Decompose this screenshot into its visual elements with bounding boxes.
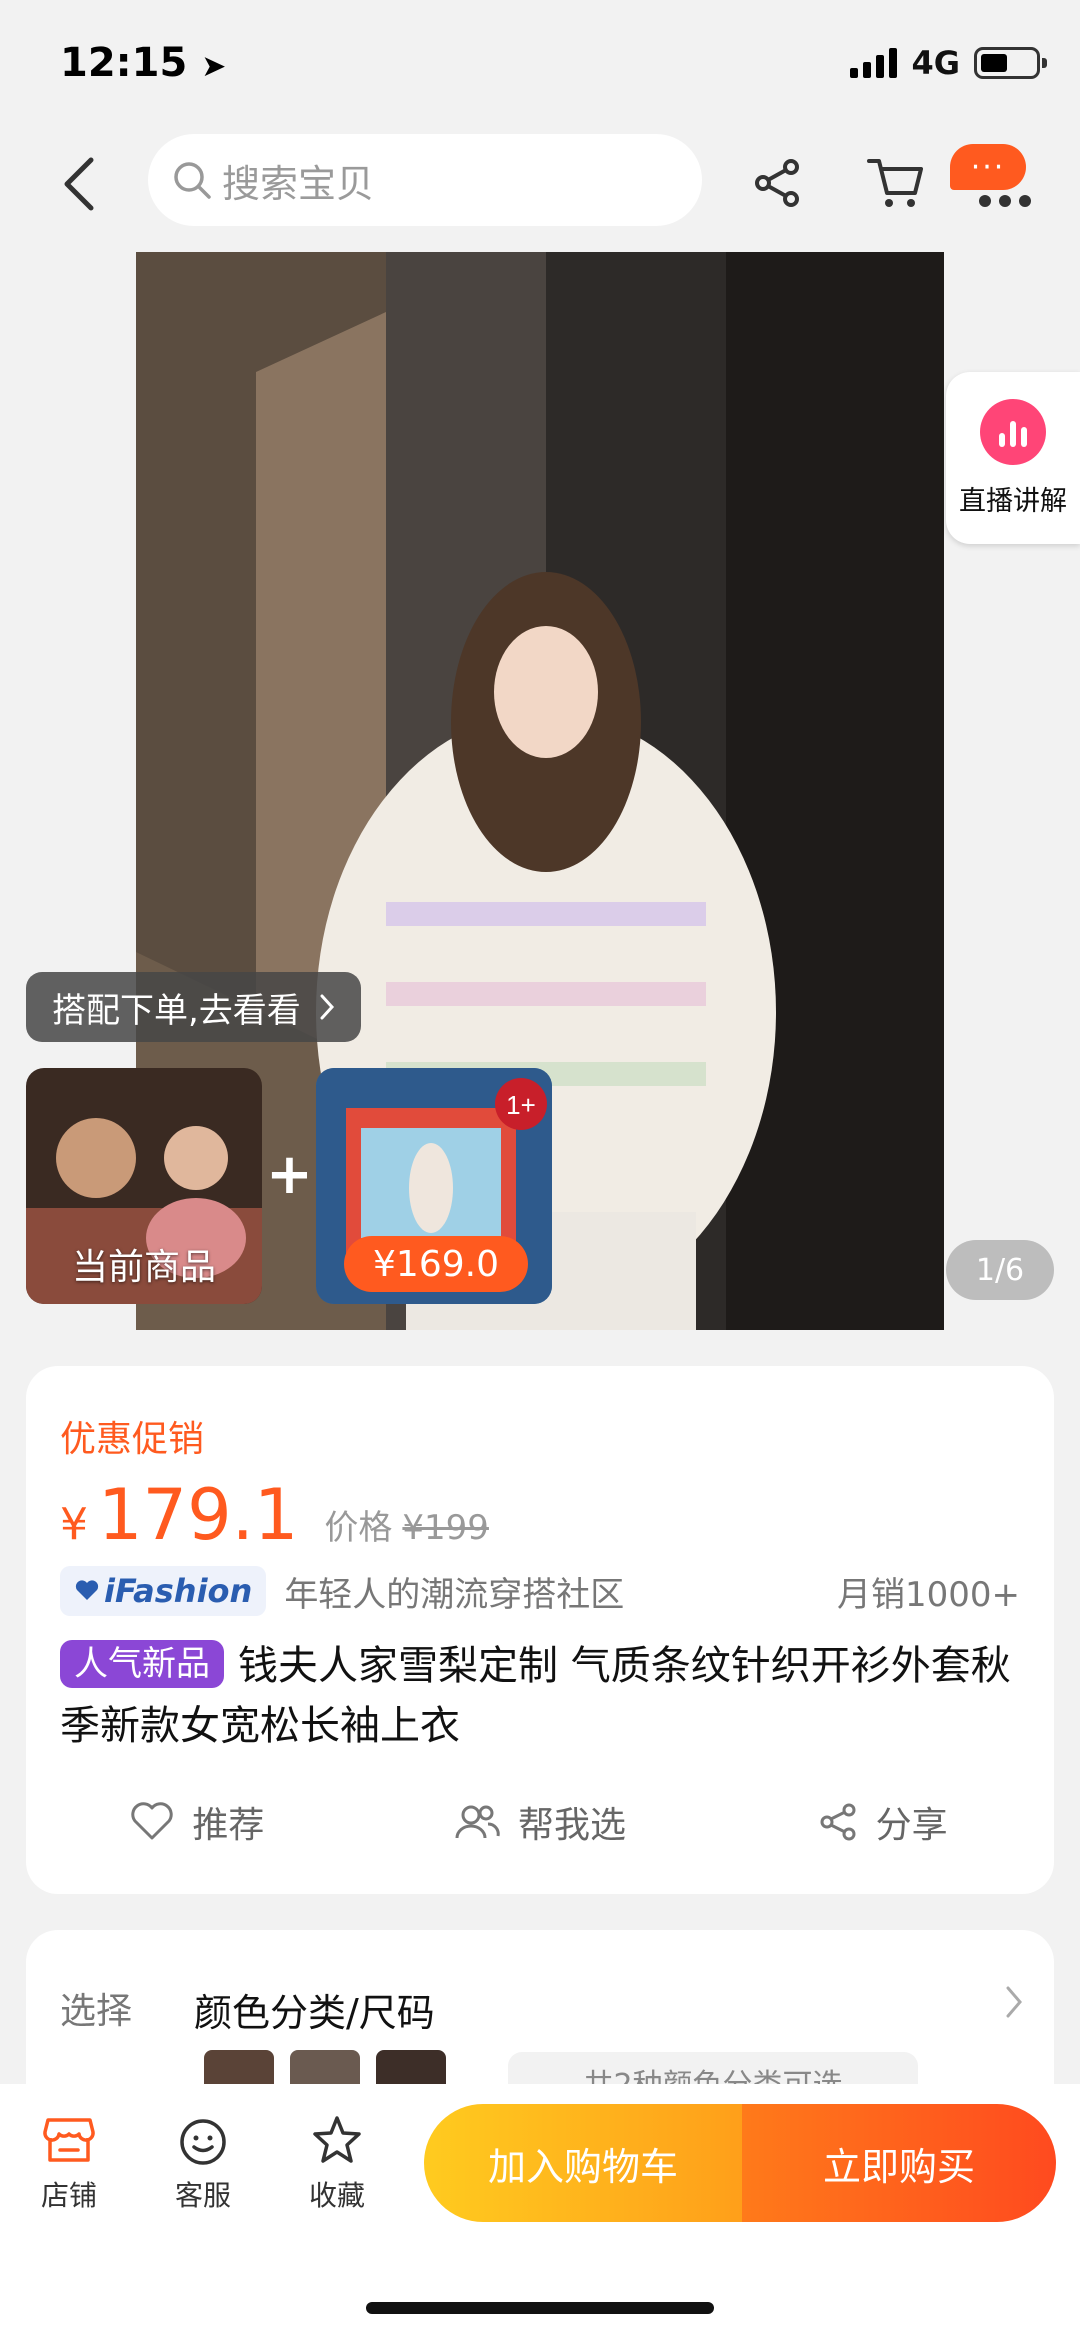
status-bar: 12:15 ➤ 4G: [0, 0, 1080, 130]
share-product-button[interactable]: 分享: [711, 1782, 1054, 1862]
monthly-sales: 月销1000+: [836, 1574, 1020, 1615]
chevron-right-icon: [320, 994, 334, 1020]
select-label: 选择: [60, 1991, 133, 2032]
current-item-thumbnail[interactable]: 当前商品: [26, 1068, 262, 1304]
current-item-label: 当前商品: [71, 1247, 216, 1288]
search-input[interactable]: 搜索宝贝: [148, 134, 702, 226]
home-indicator: [366, 2302, 714, 2314]
recommend-button[interactable]: 推荐: [26, 1782, 369, 1862]
more-dots-icon: [979, 195, 1031, 207]
price-row: ¥ 179.1 价格 ¥199: [60, 1474, 489, 1556]
combo-logo-text: 1+: [506, 1090, 536, 1120]
store-icon: [43, 2118, 95, 2162]
image-page-indicator: 1/6: [946, 1240, 1054, 1300]
cart-icon: [867, 159, 923, 207]
live-explain-button[interactable]: 直播讲解: [946, 372, 1080, 544]
location-arrow-icon: ➤: [201, 49, 227, 84]
promo-label: 优惠促销: [60, 1419, 205, 1460]
star-icon: [313, 2116, 361, 2163]
nav-bar: 搜索宝贝 ···: [0, 130, 1080, 240]
store-label: 店铺: [40, 2179, 97, 2212]
brand-row[interactable]: iFashion 年轻人的潮流穿搭社区 月销1000+: [60, 1566, 1020, 1616]
product-info-card: 优惠促销 ¥ 179.1 价格 ¥199 iFashion 年轻人的潮流穿搭社区…: [26, 1366, 1054, 1894]
network-label: 4G: [911, 44, 960, 82]
store-tab[interactable]: 店铺: [14, 2114, 124, 2214]
brand-name: iFashion: [104, 1572, 253, 1610]
bottom-bar: 店铺 客服 收藏 加入购物车 立即购买: [0, 2084, 1080, 2339]
plus-icon: +: [266, 1142, 313, 1207]
ifashion-heart-icon: [75, 1580, 99, 1600]
service-label: 客服: [174, 2179, 231, 2212]
status-indicators: 4G: [850, 44, 1047, 82]
message-badge: ···: [950, 144, 1026, 190]
back-arrow-icon: [64, 157, 94, 211]
favorite-tab[interactable]: 收藏: [282, 2114, 392, 2214]
combo-item-thumbnail[interactable]: 1+ ¥169.0: [316, 1068, 552, 1304]
hot-new-tag: 人气新品: [60, 1640, 224, 1688]
status-time: 12:15 ➤: [60, 40, 227, 86]
add-to-cart-button[interactable]: 加入购物车: [424, 2104, 742, 2222]
buy-now-button[interactable]: 立即购买: [742, 2104, 1056, 2222]
ifashion-logo: iFashion: [60, 1566, 267, 1616]
match-tip-label: 搭配下单,去看看: [52, 990, 301, 1031]
select-value: 颜色分类/尺码: [194, 1991, 435, 2035]
customer-service-tab[interactable]: 客服: [148, 2114, 258, 2214]
live-explain-label: 直播讲解: [959, 485, 1067, 517]
help-choose-label: 帮我选: [518, 1805, 627, 1846]
product-title: 人气新品 钱夫人家雪梨定制 气质条纹针织开衫外套秋季新款女宽松长袖上衣: [60, 1636, 1040, 1756]
more-button[interactable]: ···: [950, 144, 1040, 218]
share-icon: [755, 159, 799, 207]
share-icon: [820, 1803, 856, 1841]
favorite-label: 收藏: [308, 2179, 365, 2212]
people-icon: [455, 1805, 500, 1839]
cart-button[interactable]: [860, 148, 930, 218]
product-actions: 推荐 帮我选 分享: [26, 1782, 1054, 1862]
brand-description: 年轻人的潮流穿搭社区: [284, 1574, 625, 1615]
price-currency: ¥: [60, 1499, 88, 1550]
battery-icon: [974, 47, 1047, 79]
recommend-label: 推荐: [192, 1805, 265, 1846]
signal-icon: [850, 48, 898, 78]
current-price: 179.1: [98, 1474, 299, 1556]
match-order-tip[interactable]: 搭配下单,去看看: [26, 972, 361, 1042]
combo-price-badge: ¥169.0: [344, 1236, 528, 1292]
back-button[interactable]: [48, 152, 108, 216]
share-label: 分享: [875, 1805, 948, 1846]
help-choose-button[interactable]: 帮我选: [369, 1782, 712, 1862]
share-button[interactable]: [742, 148, 812, 218]
original-price-label: 价格: [324, 1508, 393, 1548]
chevron-right-icon: [1006, 1986, 1022, 2018]
live-bars-icon: [980, 398, 1046, 465]
search-icon: [174, 162, 211, 199]
original-price: ¥199: [402, 1508, 489, 1548]
heart-icon: [131, 1802, 173, 1840]
search-placeholder: 搜索宝贝: [222, 161, 375, 206]
service-face-icon: [180, 2119, 226, 2165]
